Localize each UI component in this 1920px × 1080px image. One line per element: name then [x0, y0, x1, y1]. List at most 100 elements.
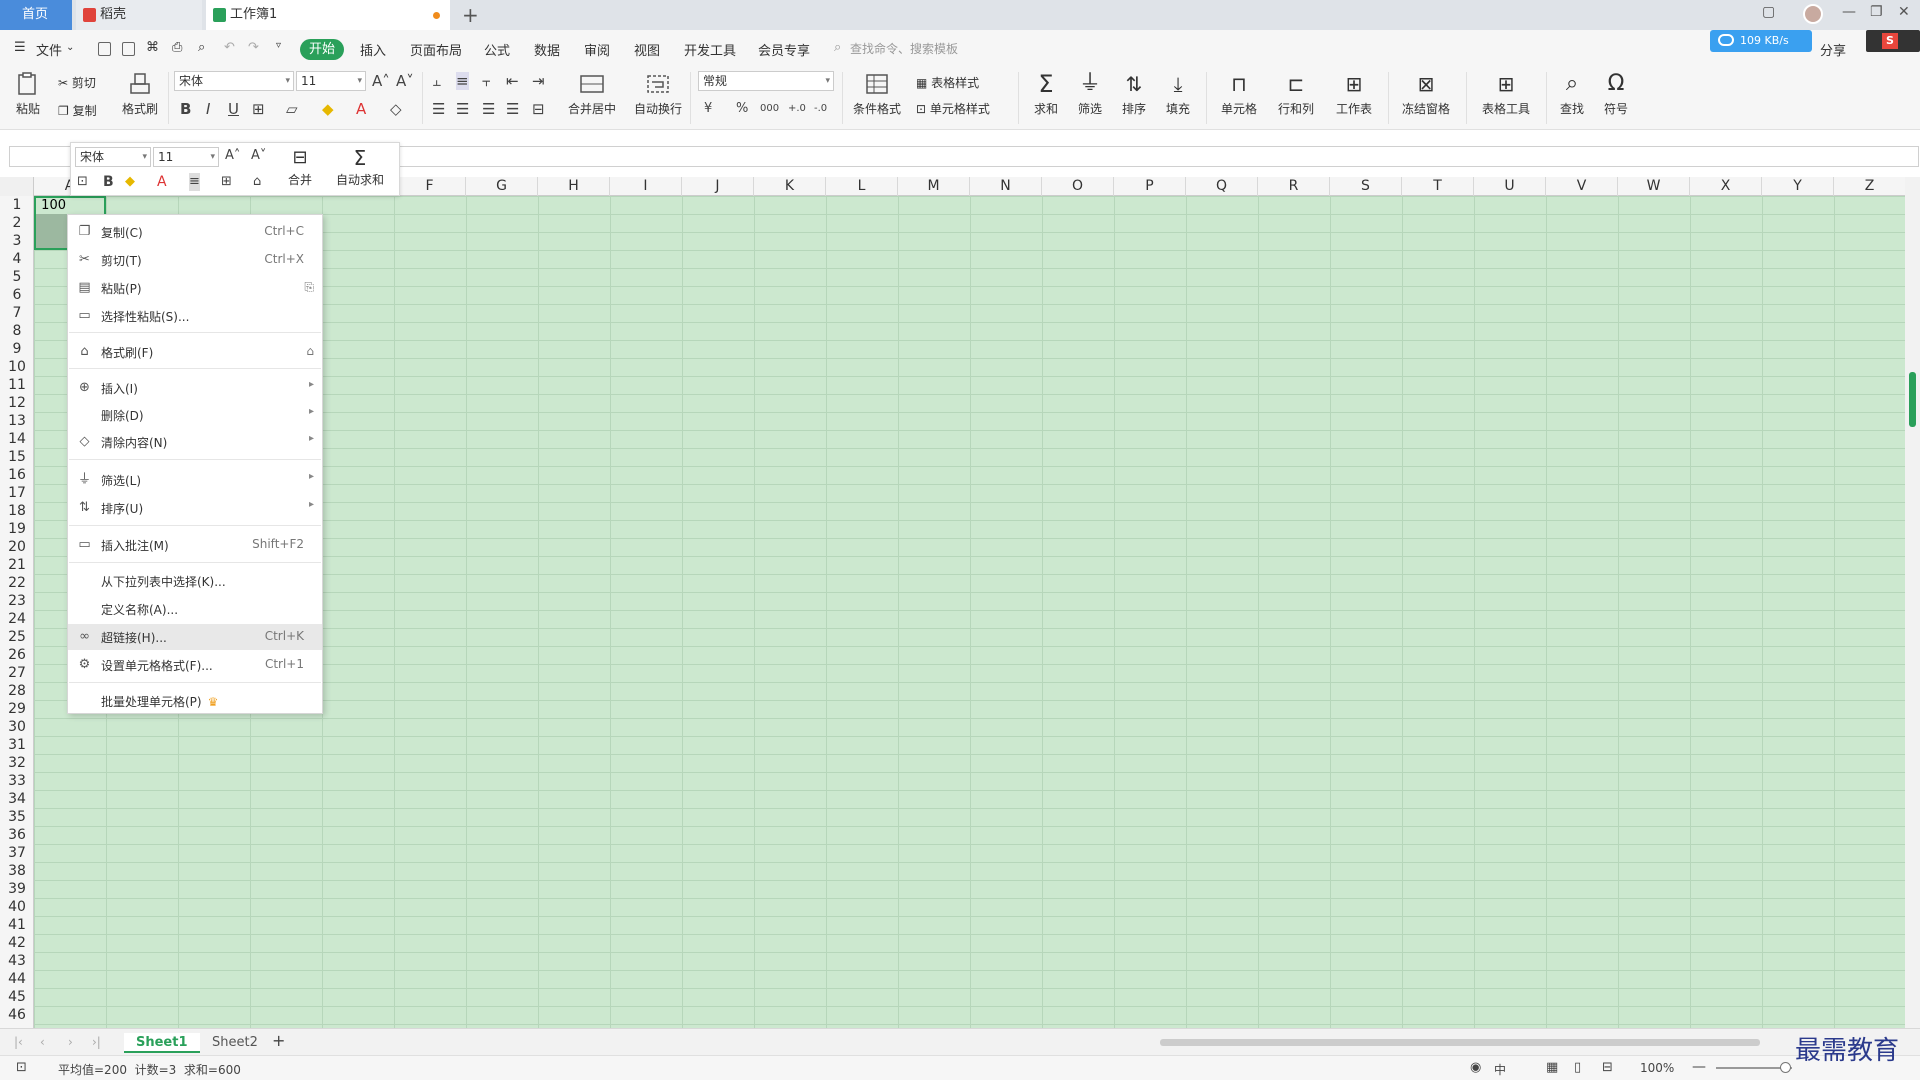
font-size-select[interactable]: 11 ▾: [296, 71, 366, 91]
ctx-paste[interactable]: ▤ 粘贴(P) ⎘: [68, 275, 322, 301]
row-header[interactable]: 46: [0, 1006, 34, 1024]
column-header[interactable]: M: [898, 177, 970, 196]
column-header[interactable]: F: [394, 177, 466, 196]
input-mode[interactable]: 中: [1494, 1061, 1506, 1078]
row-header[interactable]: 37: [0, 844, 34, 862]
increase-decimal-icon[interactable]: +.0: [788, 100, 806, 118]
mini-font-name-select[interactable]: 宋体 ▾: [75, 147, 151, 167]
conditional-format-button[interactable]: 条件格式: [848, 68, 906, 128]
number-format-select[interactable]: 常规 ▾: [698, 71, 834, 91]
hamburger-icon[interactable]: ☰: [14, 40, 26, 55]
column-header[interactable]: Y: [1762, 177, 1834, 196]
paste-options-icon[interactable]: ⎘: [304, 280, 314, 295]
select-all-corner[interactable]: [0, 177, 34, 196]
row-header[interactable]: 17: [0, 484, 34, 502]
eye-protection-icon[interactable]: ◉: [1470, 1059, 1481, 1077]
next-sheet-icon[interactable]: ›: [68, 1033, 73, 1051]
row-header[interactable]: 8: [0, 322, 34, 340]
menu-developer[interactable]: 开发工具: [684, 40, 736, 59]
thousands-icon[interactable]: 000: [760, 100, 779, 118]
save-icon[interactable]: [122, 42, 135, 56]
vertical-scrollbar[interactable]: [1905, 177, 1920, 1028]
page-layout-view-icon[interactable]: ▯: [1574, 1059, 1581, 1077]
column-header[interactable]: G: [466, 177, 538, 196]
column-header[interactable]: Z: [1834, 177, 1906, 196]
menu-insert[interactable]: 插入: [360, 40, 386, 59]
paste-button[interactable]: 粘贴: [10, 68, 46, 128]
cut-button[interactable]: ✂ 剪切: [58, 74, 96, 91]
row-header[interactable]: 15: [0, 448, 34, 466]
cell-a1[interactable]: 100: [36, 198, 104, 214]
row-header[interactable]: 38: [0, 862, 34, 880]
row-header[interactable]: 33: [0, 772, 34, 790]
outdent-icon[interactable]: ⇤: [506, 72, 519, 90]
menu-page-layout[interactable]: 页面布局: [410, 40, 462, 59]
menu-formula[interactable]: 公式: [484, 40, 510, 59]
underline-icon[interactable]: U: [228, 100, 239, 118]
cell-style-button[interactable]: ⊡ 单元格样式: [916, 100, 990, 117]
currency-icon[interactable]: ¥: [704, 100, 712, 118]
row-header[interactable]: 41: [0, 916, 34, 934]
chevron-down-icon[interactable]: ⌄: [66, 42, 74, 53]
cell-button[interactable]: ⊓ 单元格: [1214, 68, 1264, 128]
freeze-panes-button[interactable]: ⊠ 冻结窗格: [1394, 68, 1458, 128]
horizontal-scroll-thumb[interactable]: [1160, 1039, 1760, 1046]
align-center-icon[interactable]: ☰: [456, 100, 469, 118]
find-button[interactable]: ⌕ 查找: [1552, 68, 1592, 128]
column-header[interactable]: T: [1402, 177, 1474, 196]
align-left-icon[interactable]: ☰: [432, 100, 445, 118]
ime-badge[interactable]: S: [1866, 30, 1920, 52]
row-header[interactable]: 43: [0, 952, 34, 970]
add-sheet-icon[interactable]: +: [272, 1032, 285, 1050]
align-top-icon[interactable]: ⫠: [432, 72, 441, 90]
row-header[interactable]: 35: [0, 808, 34, 826]
align-middle-icon[interactable]: ≡: [456, 72, 469, 90]
table-style-button[interactable]: ▦ 表格样式: [916, 74, 979, 91]
column-header[interactable]: K: [754, 177, 826, 196]
row-header[interactable]: 14: [0, 430, 34, 448]
copy-button[interactable]: ❐ 复制: [58, 102, 97, 119]
format-painter-icon[interactable]: ⌂: [253, 173, 261, 191]
merge-center-button[interactable]: 合并居中: [562, 68, 622, 128]
border-icon[interactable]: ⊞: [221, 173, 232, 191]
ctx-pick-from-list[interactable]: 从下拉列表中选择(K)...: [68, 568, 322, 594]
row-header[interactable]: 20: [0, 538, 34, 556]
minimize-button[interactable]: —: [1842, 4, 1856, 20]
ctx-format-painter[interactable]: ⌂ 格式刷(F) ⌂: [68, 339, 322, 365]
column-header[interactable]: N: [970, 177, 1042, 196]
mini-merge-button[interactable]: ⊟ 合并: [279, 145, 321, 195]
row-header[interactable]: 26: [0, 646, 34, 664]
row-header[interactable]: 10: [0, 358, 34, 376]
ctx-format-cells[interactable]: ⚙ 设置单元格格式(F)... Ctrl+1: [68, 652, 322, 678]
column-header[interactable]: L: [826, 177, 898, 196]
row-header[interactable]: 16: [0, 466, 34, 484]
normal-view-icon[interactable]: ▦: [1546, 1059, 1558, 1077]
decrease-font-icon[interactable]: A˅: [251, 147, 266, 165]
row-header[interactable]: 11: [0, 376, 34, 394]
column-header[interactable]: Q: [1186, 177, 1258, 196]
mini-autosum-button[interactable]: Σ 自动求和: [327, 145, 393, 195]
formula-input[interactable]: [329, 146, 1919, 167]
row-header[interactable]: 30: [0, 718, 34, 736]
cloud-sync-badge[interactable]: 109 KB/s: [1710, 30, 1812, 52]
row-header[interactable]: 5: [0, 268, 34, 286]
tab-workbook[interactable]: 工作簿1: [206, 0, 450, 30]
row-header[interactable]: 44: [0, 970, 34, 988]
bold-icon[interactable]: B: [180, 100, 191, 118]
new-tab-button[interactable]: +: [462, 2, 479, 28]
command-search-input[interactable]: 查找命令、搜索模板: [850, 40, 958, 57]
filter-button[interactable]: ⏚ 筛选: [1070, 68, 1110, 128]
sheet-tab-sheet2[interactable]: Sheet2: [200, 1033, 270, 1053]
symbol-button[interactable]: Ω 符号: [1596, 68, 1636, 128]
ctx-paste-special[interactable]: ▭ 选择性粘贴(S)...: [68, 303, 322, 329]
font-name-select[interactable]: 宋体 ▾: [174, 71, 294, 91]
row-header[interactable]: 28: [0, 682, 34, 700]
export-icon[interactable]: ⌘: [146, 40, 159, 55]
ctx-filter[interactable]: ⏚ 筛选(L) ▸: [68, 467, 322, 493]
cell-style-brush-icon[interactable]: ▱: [286, 100, 298, 118]
row-header[interactable]: 2: [0, 214, 34, 232]
ctx-batch-process[interactable]: 批量处理单元格(P) ♛: [68, 688, 322, 714]
row-header[interactable]: 36: [0, 826, 34, 844]
ctx-insert-comment[interactable]: ▭ 插入批注(M) Shift+F2: [68, 532, 322, 558]
zoom-out-icon[interactable]: —: [1692, 1058, 1706, 1076]
